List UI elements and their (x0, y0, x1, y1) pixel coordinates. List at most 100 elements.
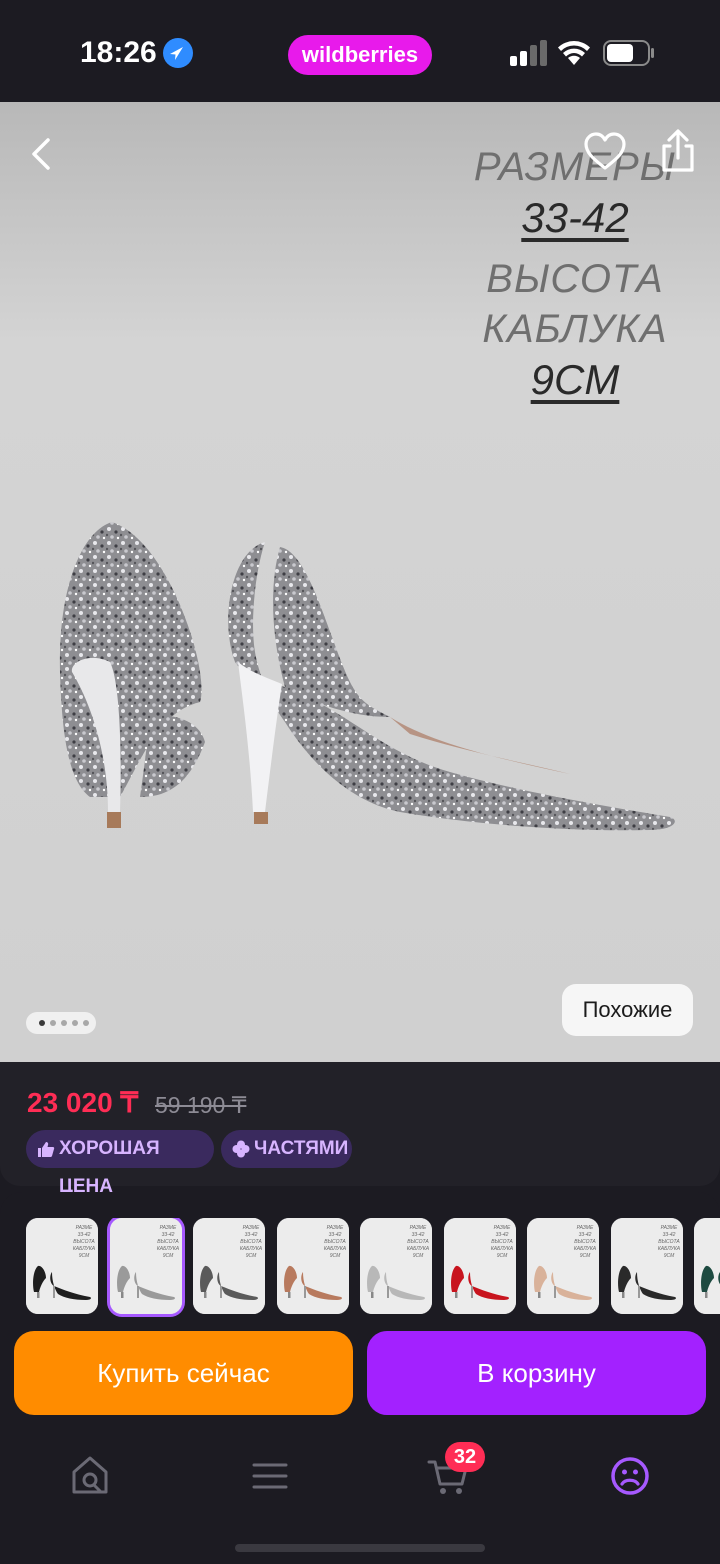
brand-pill[interactable]: wildberries (288, 35, 432, 75)
share-icon[interactable] (655, 126, 701, 176)
pagination-dot (39, 1020, 45, 1026)
svg-text:КАБЛУКА: КАБЛУКА (490, 1246, 513, 1252)
product-gallery[interactable]: РАЗМЕРЫ 33-42 ВЫСОТА КАБЛУКА 9CM Похожие (0, 102, 720, 1062)
svg-text:ВЫСОТА: ВЫСОТА (157, 1239, 179, 1245)
thumbs-up-icon (38, 1142, 55, 1157)
variant-thumbnail-red[interactable]: РАЗМЕ 33-42 ВЫСОТА КАБЛУКА 9СМ (443, 1218, 516, 1314)
variant-thumbnail-black-glitter[interactable]: РАЗМЕ 33-42 ВЫСОТА КАБЛУКА 9СМ (610, 1218, 683, 1314)
svg-text:КАБЛУКА: КАБЛУКА (240, 1246, 263, 1252)
tab-bar: 32 (0, 1438, 720, 1528)
svg-text:РАЗМЕ: РАЗМЕ (577, 1225, 594, 1231)
pagination-dot (72, 1020, 78, 1026)
cellular-signal-icon (510, 40, 547, 66)
variant-shoe-image: РАЗМЕ33-42ВЫСОТАКАБЛУКА9СМ (276, 1218, 349, 1314)
clock: 18:26 (80, 36, 157, 69)
svg-text:33-42: 33-42 (328, 1232, 341, 1238)
svg-text:ВЫСОТА: ВЫСОТА (658, 1239, 680, 1245)
svg-text:33-42: 33-42 (579, 1232, 592, 1238)
pagination-dot (83, 1020, 89, 1026)
pagination-dot (50, 1020, 56, 1026)
svg-text:33-42: 33-42 (245, 1232, 258, 1238)
add-to-cart-button[interactable]: В корзину (367, 1331, 706, 1415)
location-arrow-icon (163, 38, 193, 68)
variant-thumbnail-black[interactable]: РАЗМЕ 33-42 ВЫСОТА КАБЛУКА 9СМ (26, 1218, 98, 1314)
svg-text:КАБЛУКА: КАБЛУКА (574, 1246, 597, 1252)
product-image (59, 522, 675, 831)
variant-thumbnail-rose-gold[interactable]: РАЗМЕ 33-42 ВЫСОТА КАБЛУКА 9СМ (276, 1218, 349, 1314)
similar-button[interactable]: Похожие (562, 984, 693, 1036)
variant-shoe-image: РАЗМЕ33-42ВЫСОТАКАБЛУКА9СМ (26, 1218, 98, 1314)
svg-text:9СМ: 9СМ (663, 1253, 674, 1259)
svg-text:9СМ: 9СМ (162, 1253, 173, 1259)
variant-thumbnail-gray-glitter[interactable]: РАЗМЕ 33-42 ВЫСОТА КАБЛУКА 9СМ (193, 1218, 265, 1314)
svg-text:9СМ: 9СМ (329, 1253, 340, 1259)
heel-value: 9CM (530, 356, 620, 403)
svg-text:РАЗМЕ: РАЗМЕ (493, 1225, 510, 1231)
svg-text:ВЫСОТА: ВЫСОТА (574, 1239, 596, 1245)
svg-text:КАБЛУКА: КАБЛУКА (323, 1246, 346, 1252)
variant-shoe-image: РАЗМЕ33-42ВЫСОТАКАБЛУКА9СМ (694, 1218, 720, 1314)
svg-text:РАЗМЕ: РАЗМЕ (410, 1225, 427, 1231)
svg-text:9СМ: 9СМ (413, 1253, 424, 1259)
current-price: 23 020 ₸ (27, 1087, 139, 1118)
svg-text:33-42: 33-42 (78, 1232, 91, 1238)
promo-overlay: РАЗМЕРЫ 33-42 ВЫСОТА КАБЛУКА 9CM (460, 142, 690, 406)
variant-shoe-image: РАЗМЕ33-42ВЫСОТАКАБЛУКА9СМ (360, 1218, 432, 1314)
battery-icon (603, 40, 654, 66)
installments-badge[interactable]: ЧАСТЯМИ (221, 1130, 352, 1168)
svg-text:КАБЛУКА: КАБЛУКА (73, 1246, 96, 1252)
variant-thumbnail-silver-glitter[interactable]: РАЗМЕ 33-42 ВЫСОТА КАБЛУКА 9СМ (360, 1218, 432, 1314)
heel-label-2: КАБЛУКА (482, 307, 668, 351)
svg-text:9СМ: 9СМ (79, 1253, 90, 1259)
variant-shoe-image: РАЗМЕ33-42ВЫСОТАКАБЛУКА9СМ (610, 1218, 683, 1314)
gallery-pagination (26, 1012, 96, 1034)
variant-shoe-image: РАЗМЕ33-42ВЫСОТАКАБЛУКА9СМ (109, 1218, 182, 1314)
svg-text:9СМ: 9СМ (246, 1253, 257, 1259)
heart-icon[interactable] (582, 130, 628, 176)
buy-now-button[interactable]: Купить сейчас (14, 1331, 353, 1415)
status-bar: 18:26 wildberries (0, 0, 720, 102)
svg-text:КАБЛУКА: КАБЛУКА (407, 1246, 430, 1252)
clover-icon (232, 1140, 250, 1158)
variant-thumbnail-green[interactable]: РАЗМЕ33-42ВЫСОТАКАБЛУКА9СМ (694, 1218, 720, 1314)
svg-text:РАЗМЕ: РАЗМЕ (660, 1225, 677, 1231)
svg-text:33-42: 33-42 (412, 1232, 425, 1238)
home-indicator (235, 1544, 485, 1552)
heel-label-1: ВЫСОТА (486, 257, 664, 301)
pagination-dot (61, 1020, 67, 1026)
variant-thumbnail-beige[interactable]: РАЗМЕ 33-42 ВЫСОТА КАБЛУКА 9СМ (527, 1218, 599, 1314)
menu-icon[interactable] (246, 1452, 294, 1500)
svg-text:33-42: 33-42 (161, 1232, 174, 1238)
svg-text:ВЫСОТА: ВЫСОТА (491, 1239, 513, 1245)
home-search-icon[interactable] (66, 1452, 114, 1500)
cart-count-badge: 32 (445, 1442, 485, 1472)
svg-text:РАЗМЕ: РАЗМЕ (243, 1225, 260, 1231)
svg-text:РАЗМЕ: РАЗМЕ (76, 1225, 93, 1231)
back-icon[interactable] (18, 130, 66, 178)
good-price-badge[interactable]: ХОРОШАЯ ЦЕНА (26, 1130, 214, 1197)
price-card: 23 020 ₸ 59 190 ₸ ХОРОШАЯ ЦЕНА ЧАСТЯМИ (0, 1062, 720, 1197)
svg-text:9СМ: 9СМ (496, 1253, 507, 1259)
svg-text:КАБЛУКА: КАБЛУКА (156, 1246, 179, 1252)
sizes-value: 33-42 (521, 194, 629, 241)
variant-thumbnail-silver[interactable]: РАЗМЕ 33-42 ВЫСОТА КАБЛУКА 9СМ (109, 1218, 182, 1314)
svg-text:РАЗМЕ: РАЗМЕ (159, 1225, 176, 1231)
svg-text:33-42: 33-42 (662, 1232, 675, 1238)
svg-text:ВЫСОТА: ВЫСОТА (324, 1239, 346, 1245)
variant-shoe-image: РАЗМЕ33-42ВЫСОТАКАБЛУКА9СМ (443, 1218, 516, 1314)
variant-shoe-image: РАЗМЕ33-42ВЫСОТАКАБЛУКА9СМ (193, 1218, 265, 1314)
profile-icon[interactable] (606, 1452, 654, 1500)
bottom-panel: РАЗМЕ 33-42 ВЫСОТА КАБЛУКА 9СМ РАЗМЕ 33-42 ВЫСО… (0, 1192, 720, 1564)
svg-text:33-42: 33-42 (495, 1232, 508, 1238)
svg-text:РАЗМЕ: РАЗМЕ (326, 1225, 343, 1231)
svg-text:КАБЛУКА: КАБЛУКА (657, 1246, 680, 1252)
svg-text:ВЫСОТА: ВЫСОТА (73, 1239, 95, 1245)
svg-text:9СМ: 9СМ (580, 1253, 591, 1259)
badge-label: ЧАСТЯМИ (254, 1138, 349, 1159)
svg-text:ВЫСОТА: ВЫСОТА (240, 1239, 262, 1245)
variant-shoe-image: РАЗМЕ33-42ВЫСОТАКАБЛУКА9СМ (527, 1218, 599, 1314)
svg-text:ВЫСОТА: ВЫСОТА (407, 1239, 429, 1245)
wifi-icon (558, 41, 590, 65)
color-variants[interactable]: РАЗМЕ 33-42 ВЫСОТА КАБЛУКА 9СМ РАЗМЕ 33-42 ВЫСО… (26, 1218, 720, 1318)
old-price: 59 190 ₸ (155, 1092, 247, 1118)
